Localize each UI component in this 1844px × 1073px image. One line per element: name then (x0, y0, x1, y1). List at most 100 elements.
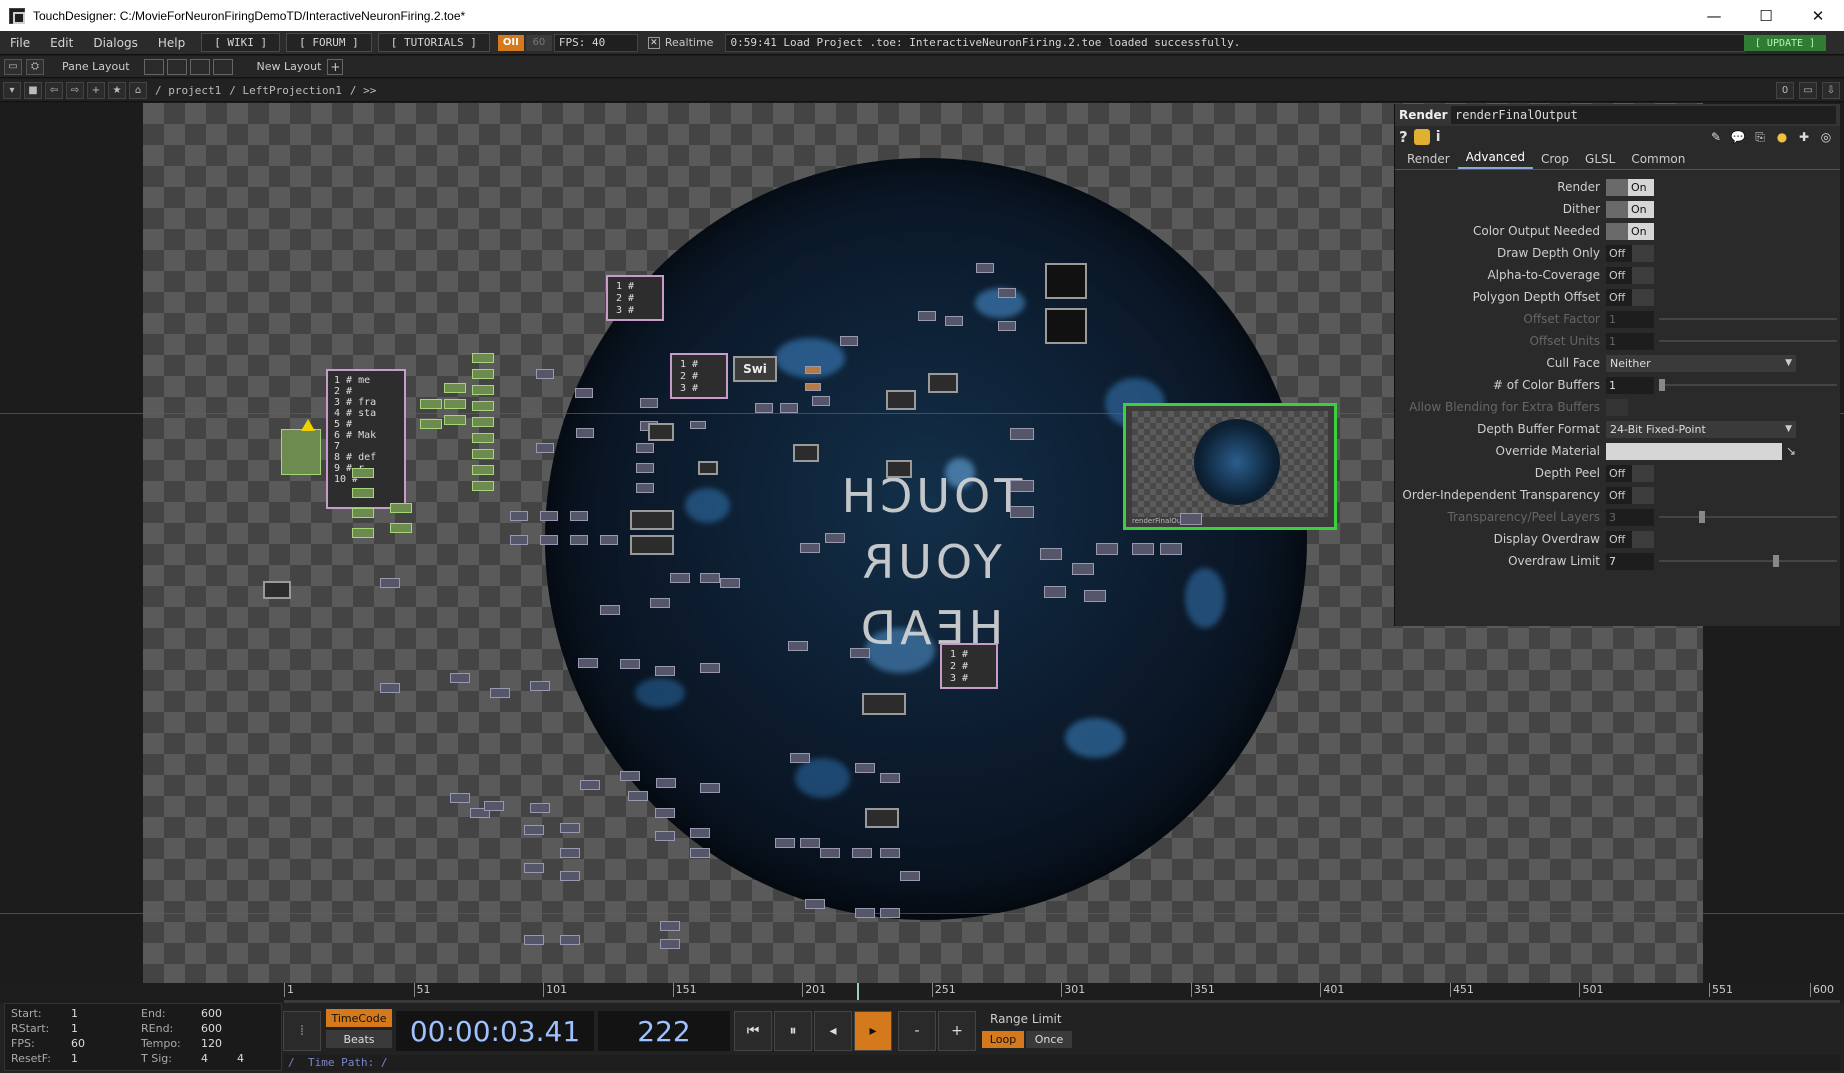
playhead[interactable] (856, 983, 859, 1001)
chop-node[interactable] (472, 481, 494, 491)
tempo-value[interactable]: 120 (201, 1037, 222, 1050)
chop-node[interactable] (472, 385, 494, 395)
rewind-button[interactable]: ⏮ (734, 1011, 772, 1051)
chop-node[interactable] (1010, 428, 1034, 440)
overdraw-limit-field[interactable]: 7 (1606, 552, 1654, 570)
chop-node[interactable] (620, 659, 640, 669)
chop-node[interactable] (800, 543, 820, 553)
chop-node[interactable] (472, 433, 494, 443)
chop-node[interactable] (510, 511, 528, 521)
chop-node[interactable] (800, 838, 820, 848)
chop-node[interactable] (700, 663, 720, 673)
tab-advanced[interactable]: Advanced (1457, 148, 1534, 169)
top-node[interactable] (865, 808, 899, 828)
chop-node[interactable] (945, 316, 963, 326)
chop-node[interactable] (570, 511, 588, 521)
chop-node[interactable] (690, 421, 706, 429)
menu-edit[interactable]: Edit (40, 36, 83, 50)
render-toggle[interactable]: On (1606, 178, 1654, 196)
target-icon[interactable]: ◎ (1818, 129, 1834, 145)
alpha-coverage-toggle[interactable]: Off (1606, 266, 1654, 284)
chop-node[interactable] (536, 443, 554, 453)
chop-node[interactable] (655, 666, 675, 676)
chop-node[interactable] (536, 369, 554, 379)
slider-handle[interactable] (1773, 555, 1779, 567)
tab-common[interactable]: Common (1623, 150, 1693, 169)
dither-toggle[interactable]: On (1606, 200, 1654, 218)
chop-node[interactable] (380, 578, 400, 588)
chop-node[interactable] (1084, 590, 1106, 602)
resetf-value[interactable]: 1 (71, 1052, 78, 1065)
chop-node[interactable] (560, 935, 580, 945)
chop-node[interactable] (560, 823, 580, 833)
chop-node[interactable] (444, 399, 466, 409)
chop-node[interactable] (670, 573, 690, 583)
top-node[interactable] (1045, 308, 1087, 344)
breadcrumb-leftprojection1[interactable]: / LeftProjection1 (229, 84, 342, 97)
color-buffers-field[interactable]: 1 (1606, 376, 1654, 394)
layout-split-icon[interactable] (166, 58, 187, 75)
info-icon[interactable]: i (1436, 129, 1441, 145)
chop-node[interactable] (1160, 543, 1182, 555)
chop-node[interactable] (560, 871, 580, 881)
chop-node[interactable] (530, 803, 550, 813)
chop-node[interactable] (600, 535, 618, 545)
slider-handle[interactable] (1699, 511, 1705, 523)
polygon-depth-toggle[interactable]: Off (1606, 288, 1654, 306)
timecode-mode-button[interactable]: TimeCode (326, 1009, 392, 1027)
chop-node[interactable] (450, 673, 470, 683)
breadcrumb-project1[interactable]: / project1 (155, 84, 221, 97)
top-node[interactable] (928, 373, 958, 393)
render-final-output-node[interactable]: renderFinalOutput (1123, 403, 1337, 530)
display-overdraw-toggle[interactable]: Off (1606, 530, 1654, 548)
top-node[interactable] (793, 444, 819, 462)
chop-node[interactable] (420, 399, 442, 409)
pane-float-icon[interactable]: ⛭ (26, 58, 44, 75)
chop-node[interactable] (656, 778, 676, 788)
top-node[interactable] (630, 535, 674, 555)
chop-node[interactable] (655, 808, 675, 818)
layout-single-icon[interactable] (143, 58, 164, 75)
chop-node[interactable] (524, 863, 544, 873)
download-icon[interactable]: ⇩ (1822, 82, 1840, 99)
offset-factor-slider[interactable] (1659, 318, 1837, 320)
tab-crop[interactable]: Crop (1533, 150, 1577, 169)
chop-node[interactable] (780, 403, 798, 413)
chop-node[interactable] (998, 321, 1016, 331)
chop-node[interactable] (976, 263, 994, 273)
chop-node[interactable] (1044, 586, 1066, 598)
chop-node[interactable] (700, 573, 720, 583)
chop-node[interactable] (524, 935, 544, 945)
help-icon[interactable]: ? (1399, 128, 1408, 146)
chop-node[interactable] (805, 899, 825, 909)
start-value[interactable]: 1 (71, 1007, 78, 1020)
chop-node[interactable] (420, 419, 442, 429)
tab-render[interactable]: Render (1399, 150, 1458, 169)
chop-node[interactable] (1010, 506, 1034, 518)
oit-toggle[interactable]: Off (1606, 486, 1654, 504)
python-help-icon[interactable] (1413, 129, 1430, 145)
forum-link[interactable]: [ FORUM ] (286, 33, 372, 52)
chop-node[interactable] (1180, 513, 1202, 525)
draw-depth-toggle[interactable]: Off (1606, 244, 1654, 262)
chop-node[interactable] (1010, 480, 1034, 492)
chop-node[interactable] (570, 535, 588, 545)
maximize-button[interactable]: ☐ (1740, 0, 1792, 31)
chop-node[interactable] (444, 383, 466, 393)
chop-node[interactable] (852, 848, 872, 858)
operator-name-field[interactable]: renderFinalOutput (1451, 106, 1836, 124)
chop-node[interactable] (690, 848, 710, 858)
step-back-button[interactable]: - (898, 1011, 936, 1051)
depth-format-dropdown[interactable]: 24-Bit Fixed-Point ▼ (1606, 420, 1796, 438)
link-arrow-icon[interactable]: ↘ (1786, 444, 1796, 458)
chop-node[interactable] (840, 336, 858, 346)
chop-node[interactable] (1132, 543, 1154, 555)
offset-units-field[interactable]: 1 (1606, 332, 1654, 350)
chop-node[interactable] (1072, 563, 1094, 575)
chop-node[interactable] (855, 763, 875, 773)
chop-node[interactable] (560, 848, 580, 858)
wiki-link[interactable]: [ WIKI ] (201, 33, 281, 52)
top-node[interactable] (1045, 263, 1087, 299)
chop-node[interactable] (880, 773, 900, 783)
top-node[interactable] (886, 460, 912, 478)
